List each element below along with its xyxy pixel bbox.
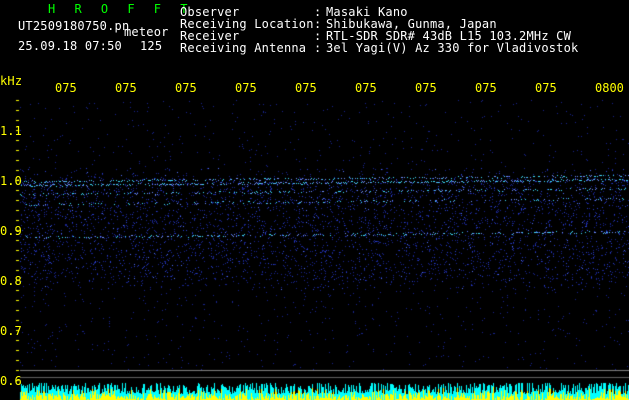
y-tick-label: 1.0 xyxy=(0,174,22,188)
antenna-sep: : xyxy=(314,41,322,55)
x-tick-label: 075 xyxy=(55,81,77,95)
y-axis-unit: kHz xyxy=(0,74,23,88)
x-tick-label: 075 xyxy=(355,81,377,95)
app-title: H R O F F T xyxy=(48,2,194,16)
spectrogram-canvas xyxy=(0,0,629,400)
y-tick-label: 1.1 xyxy=(0,124,22,138)
date-time: 25.09.18 07:50 xyxy=(18,39,122,53)
x-tick-label: 075 xyxy=(475,81,497,95)
antenna-label: Receiving Antenna xyxy=(180,41,307,55)
x-tick-label: 075 xyxy=(535,81,557,95)
x-tick-label: 075 xyxy=(115,81,137,95)
file-name: UT2509180750.pn xyxy=(18,19,130,33)
antenna-value: 3el Yagi(V) Az 330 for Vladivostok xyxy=(326,41,579,55)
meteor-count: 125 xyxy=(140,39,163,53)
y-tick-label: 0.8 xyxy=(0,274,22,288)
x-tick-label: 0800 xyxy=(595,81,624,95)
x-tick-label: 075 xyxy=(235,81,257,95)
meteor-label: meteor xyxy=(124,25,169,39)
x-tick-label: 075 xyxy=(415,81,437,95)
x-tick-label: 075 xyxy=(175,81,197,95)
y-tick-label: 0.6 xyxy=(0,374,22,388)
x-tick-label: 075 xyxy=(295,81,317,95)
y-tick-label: 0.9 xyxy=(0,224,22,238)
y-tick-label: 0.7 xyxy=(0,324,22,338)
